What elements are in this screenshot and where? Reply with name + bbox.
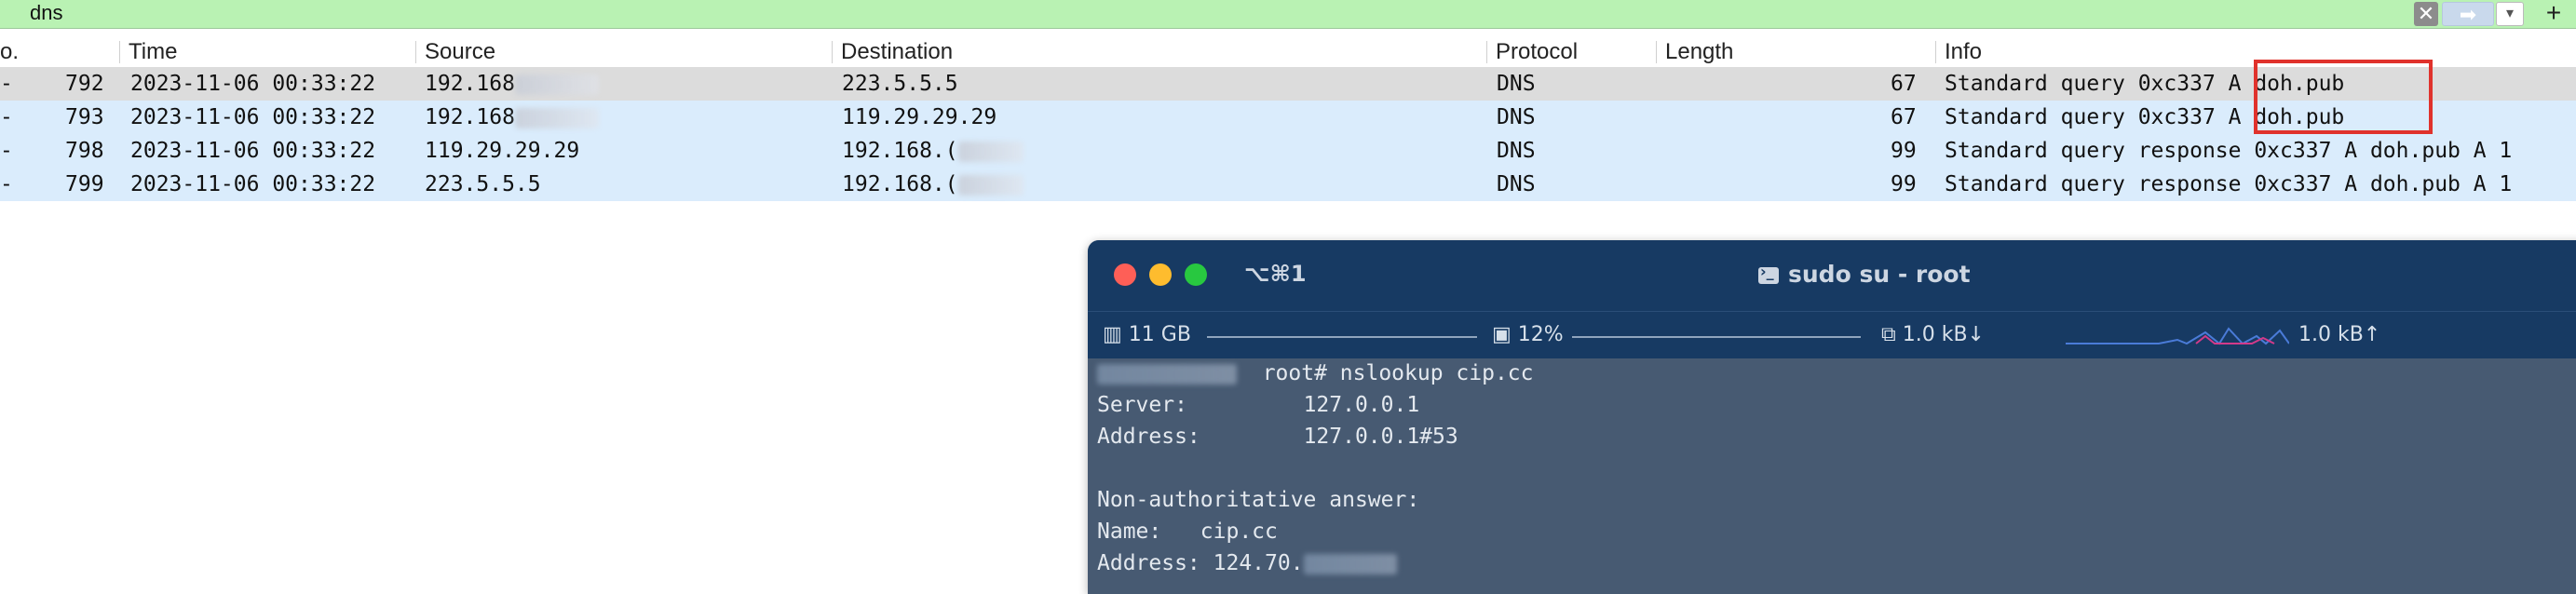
packet-source: 119.29.29.29 bbox=[425, 139, 580, 163]
column-divider[interactable] bbox=[415, 41, 416, 63]
packet-no: 799 bbox=[65, 172, 104, 196]
packet-row[interactable]: - 793 2023-11-06 00:33:22 192.168 119.29… bbox=[0, 101, 2576, 134]
arrow-right-icon: ➡ bbox=[2459, 3, 2477, 26]
cpu-status: ▣ 12% bbox=[1492, 323, 1564, 346]
packet-time: 2023-11-06 00:33:22 bbox=[130, 105, 376, 129]
packet-protocol: DNS bbox=[1497, 172, 1536, 196]
packet-source: 192.168 bbox=[425, 101, 599, 134]
display-filter-bar: ✕ ➡ ▾ + bbox=[0, 0, 2576, 29]
memory-status: ▥ 11 GB bbox=[1103, 323, 1191, 346]
cpu-usage-graph bbox=[1572, 336, 1861, 338]
zoom-window-button[interactable] bbox=[1185, 263, 1207, 286]
row-marker: - bbox=[0, 105, 13, 129]
packet-destination: 119.29.29.29 bbox=[842, 105, 997, 129]
terminal-line: Non-authoritative answer: bbox=[1097, 488, 1420, 512]
packet-source: 192.168 bbox=[425, 67, 599, 101]
packet-no: 798 bbox=[65, 139, 104, 163]
column-header-length[interactable]: Length bbox=[1665, 39, 1733, 65]
filter-history-dropdown[interactable]: ▾ bbox=[2496, 2, 2524, 26]
network-status: ⧉ 1.0 kB↓ bbox=[1881, 323, 1985, 346]
terminal-title: sudo su - root bbox=[1758, 261, 1971, 288]
packet-source: 223.5.5.5 bbox=[425, 172, 541, 196]
terminal-line: root# nslookup cip.cc bbox=[1097, 358, 1534, 389]
packet-destination: 223.5.5.5 bbox=[842, 72, 958, 96]
memory-usage-bar bbox=[1207, 336, 1477, 338]
column-divider[interactable] bbox=[1486, 41, 1487, 63]
close-window-button[interactable] bbox=[1114, 263, 1136, 286]
terminal-icon bbox=[1758, 263, 1779, 284]
chevron-down-icon: ▾ bbox=[2505, 6, 2515, 21]
plus-icon: + bbox=[2545, 0, 2562, 27]
packet-protocol: DNS bbox=[1497, 105, 1536, 129]
terminal-status-bar: ▥ 11 GB ▣ 12% ⧉ 1.0 kB↓ 1.0 kB↑ bbox=[1088, 311, 2576, 358]
column-header-destination[interactable]: Destination bbox=[841, 39, 953, 65]
redacted-text bbox=[514, 74, 599, 95]
packet-destination: 192.168.( bbox=[842, 168, 1024, 201]
terminal-window[interactable]: ⌥⌘1 sudo su - root ▥ 11 GB ▣ 12% ⧉ 1.0 k… bbox=[1088, 240, 2576, 594]
packet-row-selected[interactable]: - 792 2023-11-06 00:33:22 192.168 223.5.… bbox=[0, 67, 2576, 101]
annotation-highlight-box bbox=[2254, 60, 2433, 134]
redacted-text bbox=[957, 174, 1024, 196]
column-divider[interactable] bbox=[832, 41, 833, 63]
memory-icon: ▥ bbox=[1103, 323, 1122, 346]
packet-no: 792 bbox=[65, 72, 104, 96]
column-divider[interactable] bbox=[1656, 41, 1657, 63]
packet-time: 2023-11-06 00:33:22 bbox=[130, 139, 376, 163]
packet-no: 793 bbox=[65, 105, 104, 129]
tab-shortcut-label: ⌥⌘1 bbox=[1244, 261, 1307, 287]
redacted-text bbox=[957, 141, 1024, 162]
row-marker: - bbox=[0, 139, 13, 163]
cpu-icon: ▣ bbox=[1492, 323, 1512, 346]
packet-info: Standard query response 0xc337 A doh.pub… bbox=[1945, 139, 2513, 163]
close-icon: ✕ bbox=[2417, 2, 2435, 25]
packet-length: 99 bbox=[1891, 172, 1917, 196]
network-icon: ⧉ bbox=[1881, 323, 1896, 346]
apply-filter-button[interactable]: ➡ bbox=[2442, 2, 2494, 26]
minimize-window-button[interactable] bbox=[1149, 263, 1172, 286]
column-header-source[interactable]: Source bbox=[425, 39, 495, 65]
column-header-protocol[interactable]: Protocol bbox=[1496, 39, 1578, 65]
packet-time: 2023-11-06 00:33:22 bbox=[130, 172, 376, 196]
packet-destination: 192.168.( bbox=[842, 134, 1024, 168]
terminal-line: Server: 127.0.0.1 bbox=[1097, 393, 1420, 417]
network-up-status: 1.0 kB↑ bbox=[2298, 323, 2381, 346]
redacted-text bbox=[514, 107, 599, 128]
packet-list-header: o. Time Source Destination Protocol Leng… bbox=[0, 37, 2576, 68]
packet-protocol: DNS bbox=[1497, 139, 1536, 163]
column-header-time[interactable]: Time bbox=[129, 39, 177, 65]
network-activity-graph bbox=[2066, 327, 2289, 345]
packet-length: 67 bbox=[1891, 72, 1917, 96]
terminal-line: Name: cip.cc bbox=[1097, 520, 1278, 544]
terminal-line: Address: 124.70. bbox=[1097, 547, 1397, 579]
terminal-line: Address: 127.0.0.1#53 bbox=[1097, 425, 1458, 449]
column-divider[interactable] bbox=[1935, 41, 1936, 63]
packet-row[interactable]: - 799 2023-11-06 00:33:22 223.5.5.5 192.… bbox=[0, 168, 2576, 201]
packet-time: 2023-11-06 00:33:22 bbox=[130, 72, 376, 96]
display-filter-input[interactable] bbox=[7, 0, 2336, 26]
clear-filter-button[interactable]: ✕ bbox=[2414, 2, 2438, 26]
add-filter-button-button[interactable]: + bbox=[2535, 0, 2572, 26]
terminal-titlebar[interactable]: ⌥⌘1 sudo su - root bbox=[1088, 240, 2576, 311]
terminal-output[interactable]: root# nslookup cip.cc Server: 127.0.0.1 … bbox=[1088, 358, 2576, 594]
packet-length: 67 bbox=[1891, 105, 1917, 129]
row-marker: - bbox=[0, 72, 13, 96]
redacted-text bbox=[1303, 553, 1397, 574]
column-header-info[interactable]: Info bbox=[1945, 39, 1982, 65]
column-divider[interactable] bbox=[119, 41, 120, 63]
packet-length: 99 bbox=[1891, 139, 1917, 163]
row-marker: - bbox=[0, 172, 13, 196]
column-header-no[interactable]: o. bbox=[0, 39, 19, 65]
packet-protocol: DNS bbox=[1497, 72, 1536, 96]
redacted-text bbox=[1097, 363, 1237, 385]
packet-info: Standard query response 0xc337 A doh.pub… bbox=[1945, 172, 2513, 196]
packet-row[interactable]: - 798 2023-11-06 00:33:22 119.29.29.29 1… bbox=[0, 134, 2576, 168]
